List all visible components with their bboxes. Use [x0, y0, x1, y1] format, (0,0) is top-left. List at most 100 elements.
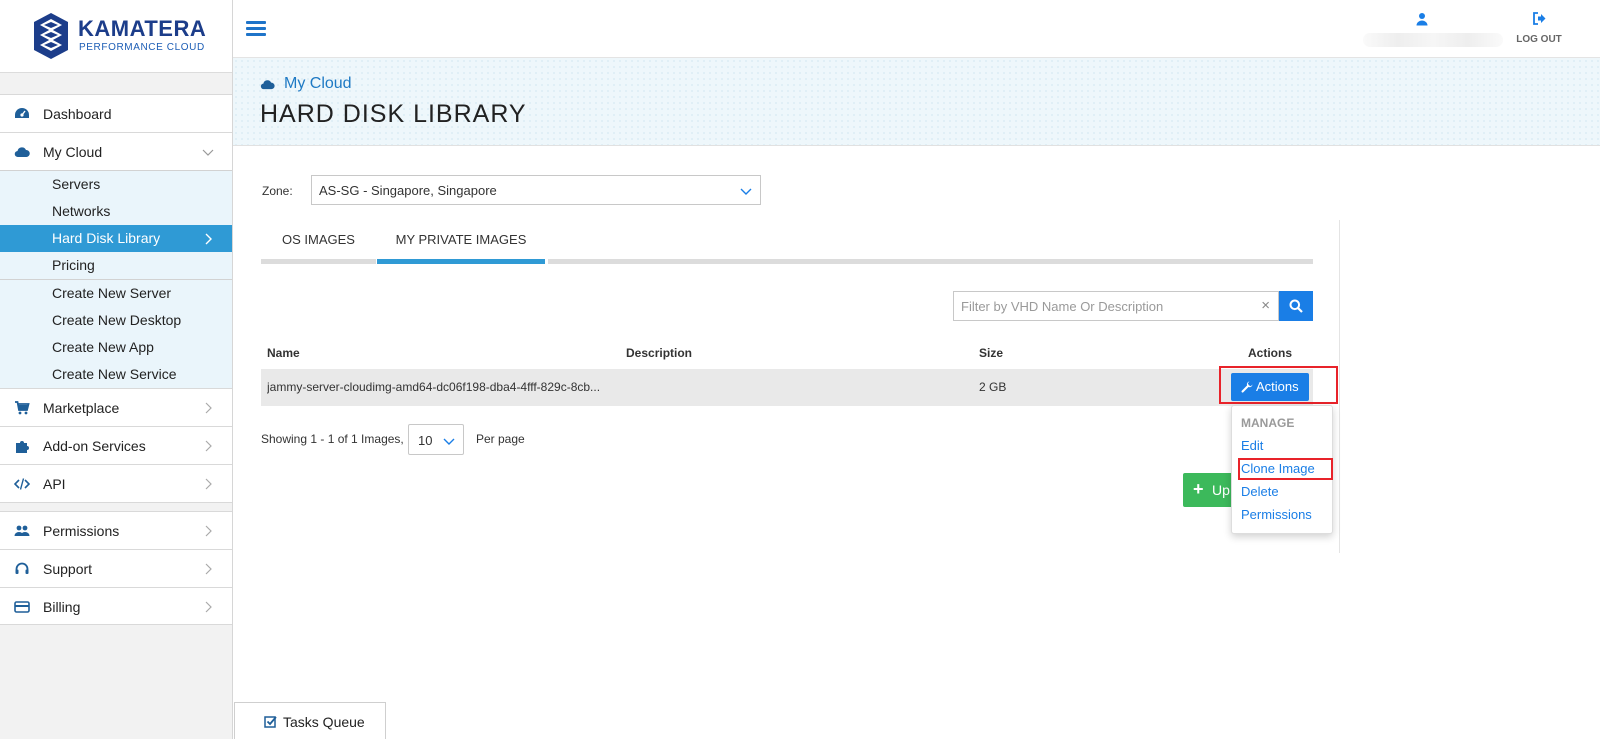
- chevron-right-icon: [205, 402, 212, 414]
- sidebar-item-permissions[interactable]: Permissions: [0, 511, 232, 549]
- page-header: My Cloud HARD DISK LIBRARY: [233, 58, 1600, 146]
- sidebar-item-label: Billing: [43, 599, 81, 615]
- actions-button[interactable]: Actions: [1231, 373, 1309, 401]
- chevron-right-icon: [205, 601, 212, 613]
- search-button[interactable]: [1279, 291, 1313, 321]
- sidebar-item-create-new-app[interactable]: Create New App: [0, 334, 232, 361]
- sidebar-item-marketplace[interactable]: Marketplace: [0, 388, 232, 426]
- cell-name: jammy-server-cloudimg-amd64-dc06f198-dba…: [267, 380, 601, 394]
- menu-item-edit[interactable]: Edit: [1241, 438, 1263, 453]
- filter-box: ×: [953, 291, 1279, 321]
- sidebar-item-label: Dashboard: [43, 106, 112, 122]
- create-submenu: Create New Server Create New Desktop Cre…: [0, 279, 232, 388]
- panel-divider: [1339, 220, 1340, 553]
- sidebar-item-label: Create New Desktop: [52, 312, 182, 328]
- sidebar-item-create-new-desktop[interactable]: Create New Desktop: [0, 307, 232, 334]
- per-page-value: 10: [418, 433, 433, 448]
- per-page-label: Per page: [476, 432, 525, 446]
- puzzle-icon: [16, 441, 29, 453]
- sidebar-item-label: Create New Server: [52, 285, 172, 301]
- logout-button[interactable]: LOG OUT: [1509, 12, 1569, 45]
- cart-icon: [15, 401, 30, 415]
- sidebar-item-label: Hard Disk Library: [52, 230, 161, 246]
- chevron-down-icon: [443, 438, 455, 445]
- menu-item-delete[interactable]: Delete: [1241, 484, 1279, 499]
- cell-size: 2 GB: [979, 380, 1007, 394]
- cloud-icon: [260, 79, 275, 89]
- highlight-box-clone-image: [1238, 458, 1333, 480]
- plus-icon: +: [1193, 479, 1204, 499]
- tab-my-private-images[interactable]: MY PRIVATE IMAGES: [377, 220, 545, 264]
- sidebar-item-servers[interactable]: Servers: [0, 171, 232, 198]
- upload-button-label: Up: [1212, 482, 1230, 498]
- sidebar-item-label: Permissions: [43, 523, 120, 539]
- sidebar-item-label: Add-on Services: [43, 438, 146, 454]
- sidebar-item-label: My Cloud: [43, 144, 103, 160]
- zone-select[interactable]: AS-SG - Singapore, Singapore: [311, 175, 761, 205]
- tab-underline-active: [377, 259, 545, 264]
- breadcrumb[interactable]: My Cloud: [260, 75, 352, 93]
- sidebar-item-create-new-server[interactable]: Create New Server: [0, 280, 232, 307]
- menu-header-manage: MANAGE: [1241, 416, 1295, 430]
- search-icon: [1289, 299, 1303, 313]
- sign-out-icon: [1533, 12, 1546, 25]
- sidebar-item-label: Create New Service: [52, 366, 177, 382]
- sidebar-item-create-new-service[interactable]: Create New Service: [0, 361, 232, 388]
- menu-item-permissions[interactable]: Permissions: [1241, 507, 1312, 522]
- table-row[interactable]: jammy-server-cloudimg-amd64-dc06f198-dba…: [261, 369, 1313, 406]
- pagination-summary: Showing 1 - 1 of 1 Images,: [261, 432, 404, 446]
- chevron-right-icon: [205, 440, 212, 452]
- sidebar-item-label: Marketplace: [43, 400, 120, 416]
- brand-tagline: PERFORMANCE CLOUD: [79, 42, 205, 53]
- zone-selected-value: AS-SG - Singapore, Singapore: [319, 183, 497, 198]
- top-bar: LOG OUT: [233, 0, 1600, 58]
- sidebar-item-label: Servers: [52, 176, 101, 192]
- breadcrumb-label: My Cloud: [284, 75, 352, 92]
- wrench-icon: [1241, 381, 1253, 393]
- tab-underline: [548, 259, 1313, 264]
- tab-underline: [261, 259, 376, 264]
- sidebar-item-label: Create New App: [52, 339, 154, 355]
- chevron-down-icon: [202, 149, 214, 156]
- sidebar-item-networks[interactable]: Networks: [0, 198, 232, 225]
- brand-name: KAMATERA: [78, 16, 207, 41]
- tasks-queue-label: Tasks Queue: [283, 714, 365, 730]
- kamatera-logo-icon: [34, 13, 68, 59]
- credit-card-icon: [14, 601, 30, 613]
- dashboard-icon: [15, 108, 29, 118]
- users-icon: [14, 525, 30, 536]
- column-header-description[interactable]: Description: [626, 346, 692, 360]
- chevron-down-icon: [740, 188, 752, 195]
- user-icon[interactable]: [1415, 12, 1429, 26]
- image-tabs: OS IMAGES MY PRIVATE IMAGES: [261, 220, 1314, 264]
- per-page-select[interactable]: 10: [408, 424, 464, 455]
- tasks-queue-button[interactable]: Tasks Queue: [234, 702, 386, 739]
- sidebar-item-hard-disk-library[interactable]: Hard Disk Library: [0, 225, 232, 252]
- sidebar-item-label: Pricing: [52, 257, 95, 273]
- chevron-right-icon: [205, 233, 212, 245]
- column-header-size[interactable]: Size: [979, 346, 1003, 360]
- sidebar-item-add-on-services[interactable]: Add-on Services: [0, 426, 232, 464]
- headset-icon: [15, 562, 29, 574]
- sidebar-item-label: Support: [43, 561, 93, 577]
- tab-os-images[interactable]: OS IMAGES: [261, 220, 376, 264]
- chevron-right-icon: [205, 525, 212, 537]
- sidebar-item-api[interactable]: API: [0, 464, 232, 502]
- checkbox-icon: [264, 716, 277, 728]
- sidebar-item-my-cloud[interactable]: My Cloud: [0, 132, 232, 170]
- sidebar-item-billing[interactable]: Billing: [0, 587, 232, 625]
- hamburger-menu-icon[interactable]: [246, 21, 266, 37]
- clear-icon[interactable]: ×: [1261, 297, 1270, 314]
- sidebar: KAMATERA PERFORMANCE CLOUD Dashboard My …: [0, 0, 233, 739]
- column-header-actions: Actions: [1248, 346, 1293, 360]
- sidebar-item-pricing[interactable]: Pricing: [0, 252, 232, 279]
- logo[interactable]: KAMATERA PERFORMANCE CLOUD: [0, 0, 232, 73]
- sidebar-item-label: API: [43, 476, 66, 492]
- filter-input[interactable]: [954, 292, 1250, 320]
- column-header-name[interactable]: Name: [267, 346, 300, 360]
- zone-label: Zone:: [262, 184, 293, 198]
- actions-button-label: Actions: [1256, 379, 1299, 394]
- sidebar-item-support[interactable]: Support: [0, 549, 232, 587]
- my-cloud-submenu: Servers Networks Hard Disk Library Prici…: [0, 170, 232, 279]
- sidebar-item-dashboard[interactable]: Dashboard: [0, 94, 232, 132]
